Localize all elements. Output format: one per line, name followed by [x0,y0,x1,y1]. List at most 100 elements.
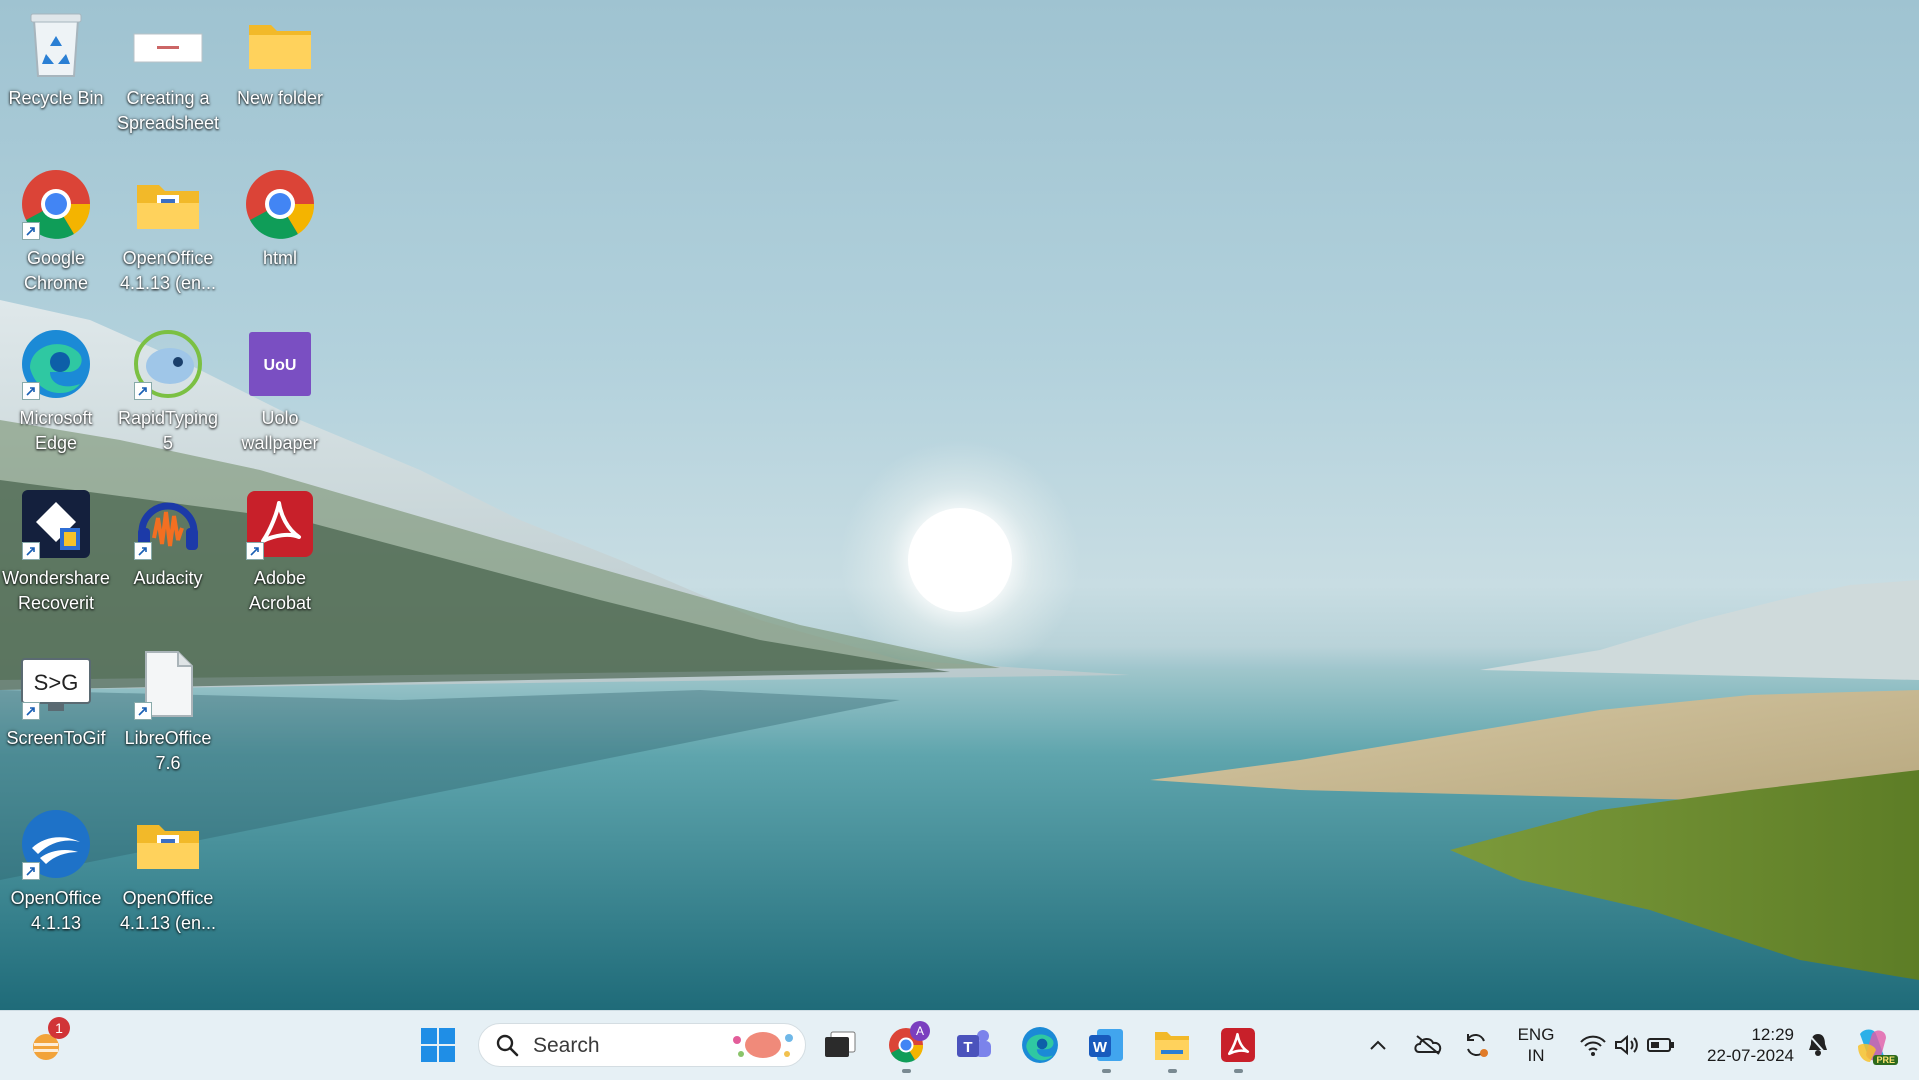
search-placeholder: Search [533,1034,600,1057]
sync-icon [1467,1034,1488,1057]
desktop-icon-label: ScreenToGif [6,728,106,748]
desktop-icon-label: Creating a Spreadsheet [116,88,220,133]
running-indicator [902,1069,911,1073]
chrome-profile-badge: A [910,1021,930,1041]
desktop-icon-screentogif[interactable]: S>G ScreenToGif [0,640,112,790]
notification-badge: 1 [48,1017,70,1039]
desktop-icon-openoffice-folder[interactable]: OpenOffice 4.1.13 (en... [112,160,224,310]
region-code: IN [1527,1046,1545,1065]
shortcut-arrow-icon [22,382,40,400]
taskbar-teams[interactable]: T [952,1023,996,1067]
show-hidden-icons-button[interactable] [1360,1023,1396,1067]
task-view-button[interactable] [818,1023,862,1067]
clock-date: 22-07-2024 [1707,1046,1794,1065]
recoverit-icon [18,486,94,562]
language-indicator: ENG IN [1518,1024,1555,1066]
desktop-icon-openoffice-folder-2[interactable]: OpenOffice 4.1.13 (en... [112,800,224,950]
file-explorer-icon [1155,1032,1189,1060]
network-volume-battery-button[interactable] [1574,1023,1680,1067]
notification-bell-icon [1809,1034,1827,1056]
desktop-icon-label: New folder [236,88,324,108]
running-indicator [1102,1069,1111,1073]
search-highlight-icon [733,1032,793,1058]
notification-badge-count: 1 [55,1020,63,1036]
desktop-icon-label: Wondershare Recoverit [2,568,110,613]
word-letter: W [1093,1039,1108,1056]
taskbar-acrobat[interactable] [1216,1023,1260,1073]
volume-icon [1615,1034,1638,1056]
copilot-badge-text: PRE [1876,1055,1895,1065]
start-button[interactable] [416,1023,460,1067]
copilot-button[interactable]: PRE [1848,1023,1898,1067]
clock-time: 12:29 [1751,1025,1794,1044]
edge-icon [1022,1027,1058,1063]
taskbar: 1 Search A T W ENG IN 12:29 22-07-2024 P… [0,1010,1919,1080]
taskbar-file-explorer[interactable] [1150,1023,1194,1073]
desktop-icon-new-folder[interactable]: New folder [224,0,336,150]
running-indicator [1168,1069,1177,1073]
input-language-button[interactable]: ENG IN [1508,1023,1564,1067]
svg-text:S>G: S>G [34,670,79,695]
copilot-preview-badge: PRE [1873,1055,1898,1065]
chrome-icon [18,166,94,242]
desktop-icon-rapidtyping[interactable]: RapidTyping 5 [112,320,224,470]
recycle-bin-icon [18,6,94,82]
wifi-icon [1580,1035,1606,1056]
chevron-up-icon [1370,1040,1386,1050]
desktop-icon-label: LibreOffice 7.6 [124,728,212,773]
desktop-icon-audacity[interactable]: Audacity [112,480,224,630]
shortcut-arrow-icon [22,862,40,880]
desktop-icon-label: Audacity [133,568,203,588]
shortcut-arrow-icon [134,542,152,560]
language-code: ENG [1517,1025,1555,1044]
svg-text:UoU: UoU [264,357,297,374]
desktop-icon-adobe-acrobat[interactable]: Adobe Acrobat [224,480,336,630]
sync-button[interactable] [1456,1023,1496,1067]
uolo-icon: UoU [242,326,318,402]
clock-button[interactable]: 12:29 22-07-2024 [1694,1023,1794,1067]
desktop-icon-wondershare-recoverit[interactable]: Wondershare Recoverit [0,480,112,630]
search-icon [496,1034,519,1057]
notifications-button[interactable] [1800,1023,1836,1067]
search-box[interactable]: Search [478,1023,806,1067]
battery-icon [1647,1038,1674,1052]
desktop-icon-label: Microsoft Edge [19,408,93,453]
windows-logo-icon [421,1028,455,1062]
desktop-icon-html[interactable]: html [224,160,336,310]
desktop-icon-label: Adobe Acrobat [248,568,312,613]
desktop-icon-uolo-wallpaper[interactable]: UoU Uolo wallpaper [224,320,336,470]
desktop-icon-google-chrome[interactable]: Google Chrome [0,160,112,310]
shortcut-arrow-icon [22,542,40,560]
folder-icon [130,166,206,242]
desktop-icon-label: Google Chrome [23,248,89,293]
desktop-icon-recycle-bin[interactable]: Recycle Bin [0,0,112,150]
teams-icon: T [957,1030,991,1057]
shortcut-arrow-icon [246,542,264,560]
teams-letter: T [963,1039,972,1056]
folder-icon [242,6,318,82]
desktop-icon-openoffice[interactable]: OpenOffice 4.1.13 [0,800,112,950]
folder-icon [130,806,206,882]
taskbar-edge[interactable] [1018,1023,1062,1067]
clock: 12:29 22-07-2024 [1694,1024,1794,1066]
onedrive-button[interactable] [1408,1023,1448,1067]
chrome-icon [242,166,318,242]
taskbar-chrome[interactable]: A [884,1021,930,1073]
shortcut-arrow-icon [22,702,40,720]
desktop-icon-label: OpenOffice 4.1.13 (en... [119,888,217,933]
document-thumbnail-icon [130,6,206,82]
taskbar-word[interactable]: W [1084,1023,1128,1073]
acrobat-icon [242,486,318,562]
rapidtyping-icon [130,326,206,402]
shortcut-arrow-icon [134,382,152,400]
chrome-profile-letter: A [915,1024,924,1038]
desktop-icon-creating-spreadsheet[interactable]: Creating a Spreadsheet [112,0,224,150]
shortcut-arrow-icon [134,702,152,720]
widgets-button[interactable]: 1 [24,1017,70,1067]
shortcut-arrow-icon [22,222,40,240]
desktop[interactable]: Recycle Bin Creating a Spreadsheet New f… [0,0,1919,1010]
desktop-icon-label: html [262,248,297,268]
edge-icon [18,326,94,402]
desktop-icon-microsoft-edge[interactable]: Microsoft Edge [0,320,112,470]
desktop-icon-libreoffice[interactable]: LibreOffice 7.6 [112,640,224,790]
